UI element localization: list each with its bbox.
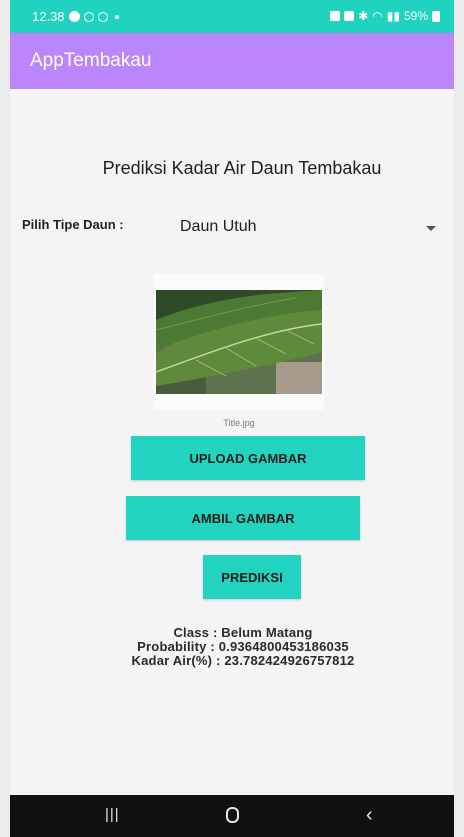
back-icon[interactable]: ‹ <box>366 804 373 827</box>
status-right: ✱ ◠ ▮▮ 59% <box>330 9 440 23</box>
notification-icon <box>97 11 108 22</box>
notification-icon <box>83 11 94 22</box>
leaf-type-spinner[interactable]: Daun Utuh <box>172 212 440 242</box>
wifi-icon: ◠ <box>372 9 383 23</box>
prediction-results: Class : Belum Matang Probability : 0.936… <box>10 626 454 668</box>
leaf-type-value: Daun Utuh <box>180 218 257 235</box>
app-bar: AppTembakau <box>10 33 454 89</box>
bluetooth-icon: ✱ <box>358 9 369 23</box>
result-class: Class : Belum Matang <box>173 625 313 640</box>
more-notifications-icon <box>114 14 119 19</box>
status-bar: 12.38 ✱ ◠ ▮▮ 59% <box>10 0 454 33</box>
leaf-type-label: Pilih Tipe Daun : <box>22 217 124 232</box>
leaf-photo <box>156 290 322 394</box>
app-title: AppTembakau <box>30 50 152 71</box>
notification-icon <box>68 11 80 22</box>
leaf-image-preview <box>154 274 324 410</box>
signal-icon: ▮▮ <box>386 9 400 23</box>
alarm-icon <box>330 11 341 21</box>
image-caption: Title.jpg <box>223 418 255 428</box>
result-probability: Probability : 0.9364800453186035 <box>137 639 349 654</box>
battery-icon <box>432 10 440 22</box>
result-kadar-air: Kadar Air(%) : 23.782424926757812 <box>131 653 355 668</box>
page-heading: Prediksi Kadar Air Daun Tembakau <box>102 158 382 178</box>
phone-screen: 12.38 ✱ ◠ ▮▮ 59% AppTembakau Prediksi Ka… <box>10 0 454 837</box>
home-icon[interactable] <box>226 807 239 823</box>
take-picture-button[interactable]: AMBIL GAMBAR <box>126 496 360 540</box>
dropdown-arrow-icon <box>426 226 436 231</box>
recent-apps-icon[interactable]: ||| <box>105 806 120 823</box>
mute-icon <box>344 11 355 21</box>
system-nav-bar: ||| ‹ <box>10 795 454 837</box>
status-time: 12.38 <box>32 9 65 24</box>
upload-image-button[interactable]: UPLOAD GAMBAR <box>131 436 365 480</box>
predict-button[interactable]: PREDIKSI <box>203 555 301 599</box>
battery-percent: 59% <box>403 9 428 23</box>
status-left: 12.38 <box>32 9 119 24</box>
